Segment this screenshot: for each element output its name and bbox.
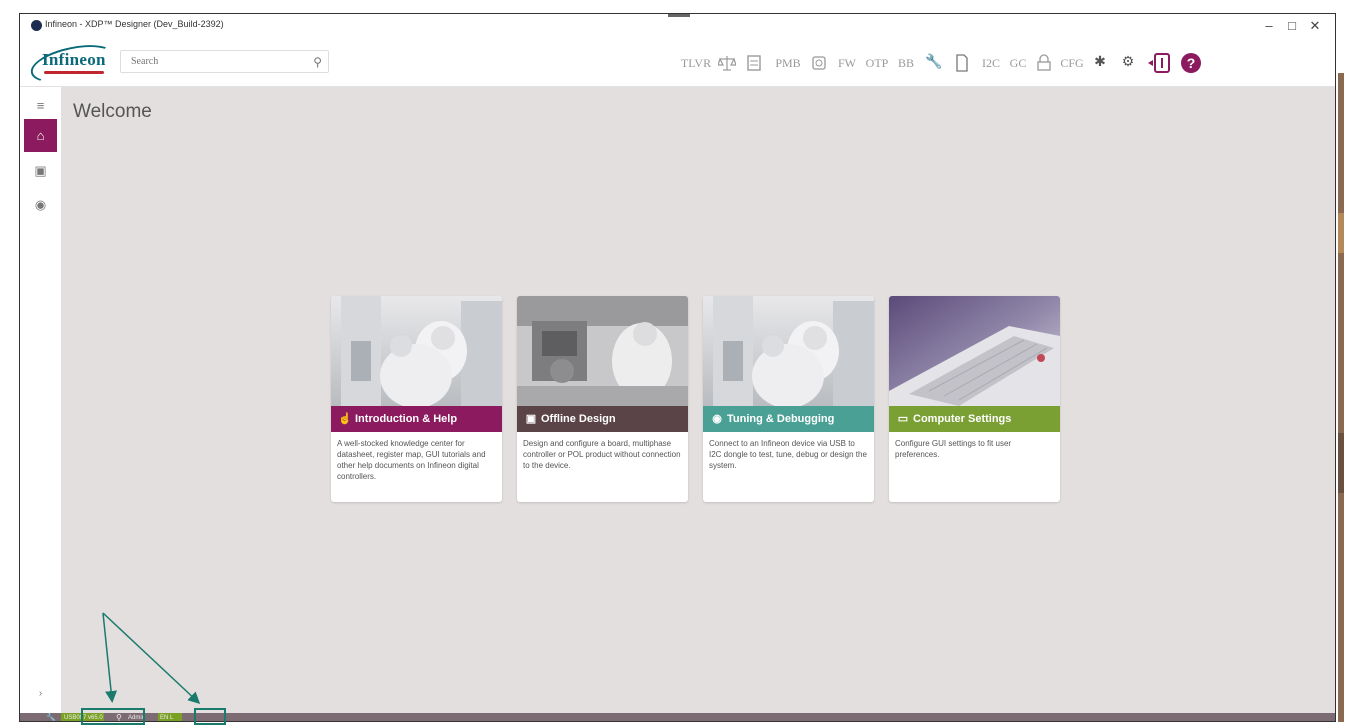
annotation-arrow xyxy=(102,612,201,705)
annotation-arrow xyxy=(102,612,118,703)
annotation-overlay xyxy=(81,612,226,725)
highlight-box-lang xyxy=(194,708,226,725)
highlight-box-usb xyxy=(81,708,145,725)
